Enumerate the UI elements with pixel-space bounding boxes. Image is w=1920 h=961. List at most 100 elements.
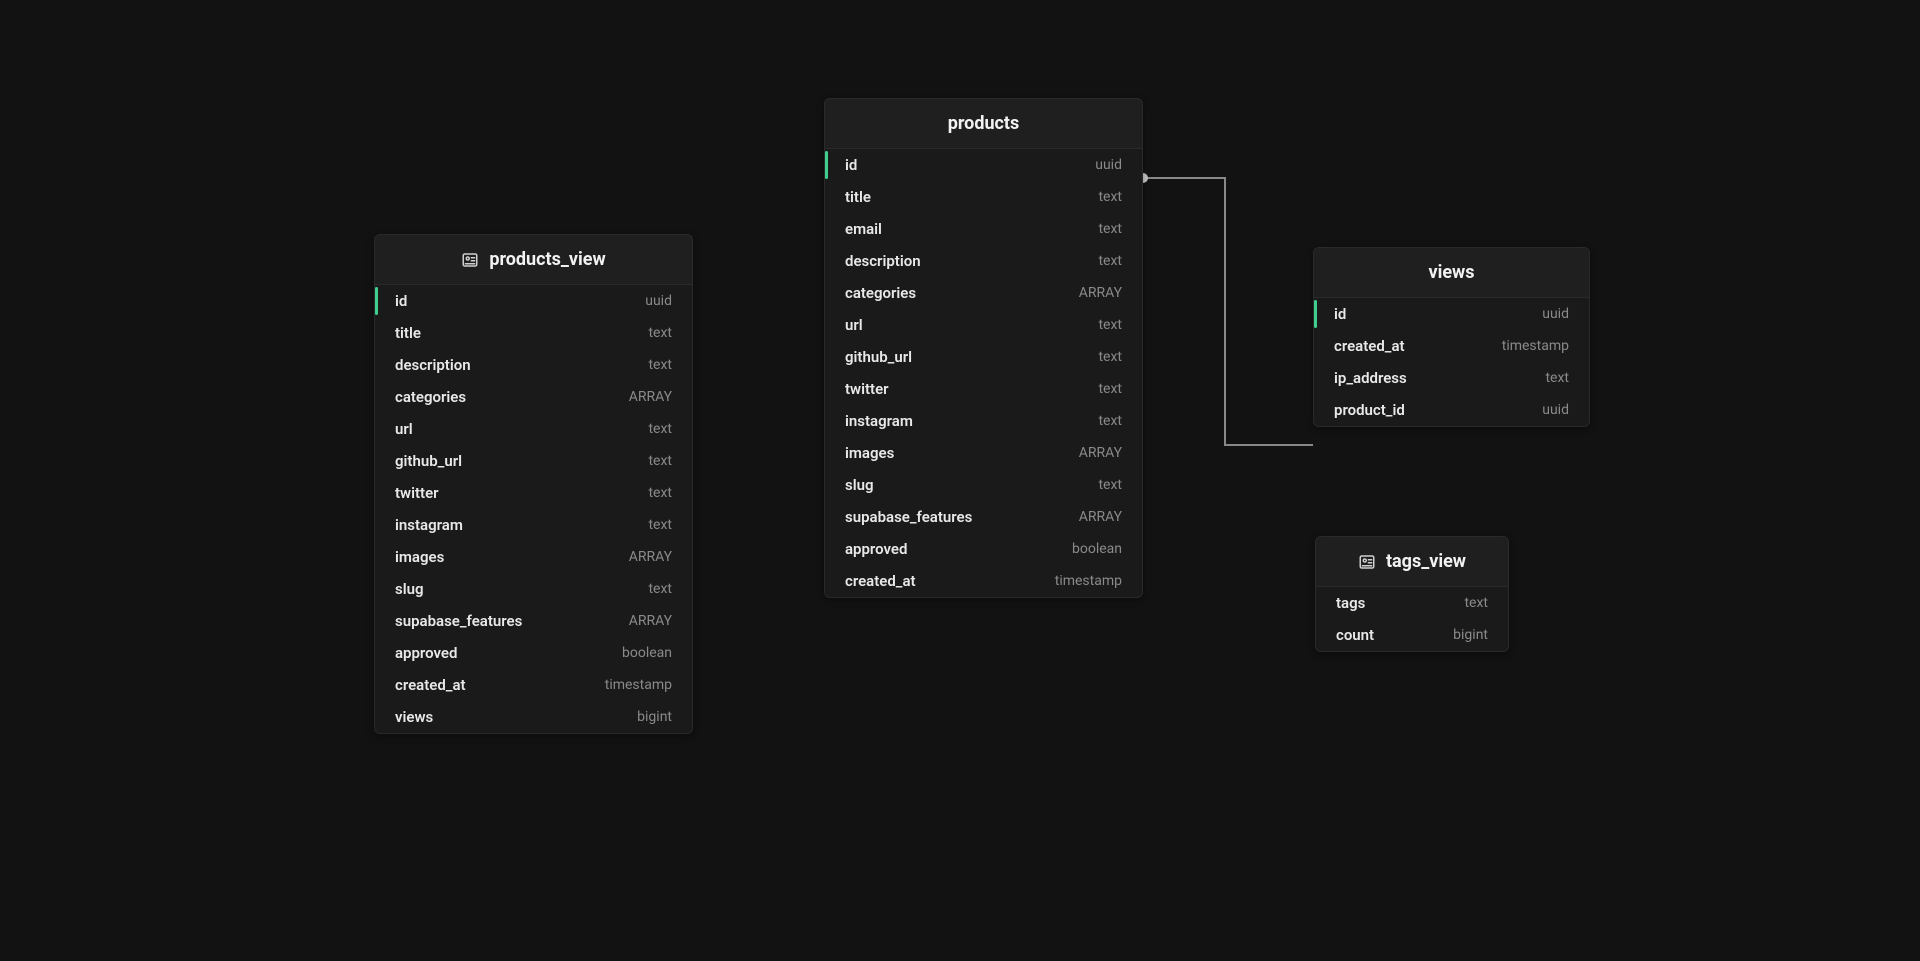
view-icon (1358, 553, 1376, 571)
schema-canvas[interactable]: products_view id uuid title text descripti… (0, 0, 1920, 961)
table-header-tags-view[interactable]: tags_view (1316, 537, 1508, 587)
table-card-views[interactable]: views id uuid created_attimestamp ip_addr… (1313, 247, 1590, 427)
column-row[interactable]: twitter text (375, 477, 692, 509)
table-title: products_view (489, 249, 605, 270)
column-name: github_url (845, 348, 912, 366)
column-row[interactable]: title text (375, 317, 692, 349)
column-type: text (1545, 370, 1569, 386)
column-name: slug (845, 476, 874, 494)
column-type: text (1098, 477, 1122, 493)
column-row[interactable]: ip_addresstext (1314, 362, 1589, 394)
column-type: uuid (645, 293, 672, 309)
column-type: text (648, 517, 672, 533)
column-row[interactable]: approvedboolean (375, 637, 692, 669)
column-row[interactable]: categoriesARRAY (825, 277, 1142, 309)
column-name: url (395, 420, 413, 438)
column-row[interactable]: countbigint (1316, 619, 1508, 651)
table-header-views[interactable]: views (1314, 248, 1589, 298)
column-row[interactable]: emailtext (825, 213, 1142, 245)
table-title: views (1428, 262, 1474, 283)
column-row[interactable]: supabase_featuresARRAY (825, 501, 1142, 533)
column-name: title (395, 324, 421, 342)
column-row[interactable]: created_at timestamp (825, 565, 1142, 597)
column-name: created_at (845, 572, 916, 590)
column-row[interactable]: instagram text (825, 405, 1142, 437)
table-body-tags-view: tagstext countbigint (1316, 587, 1508, 651)
column-type: ARRAY (1079, 509, 1122, 525)
column-row[interactable]: supabase_features ARRAY (375, 605, 692, 637)
table-header-products-view[interactable]: products_view (375, 235, 692, 285)
column-name: twitter (845, 380, 889, 398)
column-row[interactable]: github_url text (375, 445, 692, 477)
column-row[interactable]: created_attimestamp (1314, 330, 1589, 362)
column-row[interactable]: slug text (825, 469, 1142, 501)
column-row[interactable]: slugtext (375, 573, 692, 605)
column-type: uuid (1095, 157, 1122, 173)
column-row[interactable]: id uuid (375, 285, 692, 317)
column-type: text (648, 485, 672, 501)
column-name: id (395, 292, 407, 310)
table-card-products-view[interactable]: products_view id uuid title text descripti… (374, 234, 693, 734)
column-name: github_url (395, 452, 462, 470)
column-row[interactable]: description text (825, 245, 1142, 277)
column-type: text (1098, 413, 1122, 429)
column-type: text (648, 357, 672, 373)
column-name: supabase_features (395, 612, 522, 630)
column-row[interactable]: imagesARRAY (375, 541, 692, 573)
column-row[interactable]: instagramtext (375, 509, 692, 541)
column-name: count (1336, 626, 1374, 644)
column-row[interactable]: twitter text (825, 373, 1142, 405)
column-name: slug (395, 580, 424, 598)
column-type: timestamp (1055, 573, 1122, 589)
table-body-products-view: id uuid title text description text categor… (375, 285, 692, 733)
table-card-products[interactable]: products iduuid titletext emailtext desc… (824, 98, 1143, 598)
column-name: created_at (395, 676, 466, 694)
column-type: text (1098, 253, 1122, 269)
column-row[interactable]: description text (375, 349, 692, 381)
table-body-products: iduuid titletext emailtext descriptionte… (825, 149, 1142, 597)
column-row[interactable]: github_urltext (825, 341, 1142, 373)
column-name: title (845, 188, 871, 206)
column-name: views (395, 708, 433, 726)
relationship-line-products-views (1143, 178, 1313, 445)
column-type: ARRAY (629, 613, 672, 629)
table-header-products[interactable]: products (825, 99, 1142, 149)
column-name: instagram (845, 412, 913, 430)
column-type: timestamp (1502, 338, 1569, 354)
column-name: product_id (1334, 401, 1405, 419)
column-type: ARRAY (1079, 445, 1122, 461)
table-card-tags-view[interactable]: tags_view tagstext countbigint (1315, 536, 1509, 652)
column-row[interactable]: urltext (375, 413, 692, 445)
column-name: images (395, 548, 444, 566)
column-type: timestamp (605, 677, 672, 693)
column-type: text (648, 453, 672, 469)
column-name: description (845, 252, 921, 270)
column-name: twitter (395, 484, 439, 502)
column-row[interactable]: product_id uuid (1314, 394, 1589, 426)
column-type: text (648, 325, 672, 341)
column-type: uuid (1542, 306, 1569, 322)
column-row[interactable]: categories ARRAY (375, 381, 692, 413)
column-row[interactable]: iduuid (825, 149, 1142, 181)
column-name: description (395, 356, 471, 374)
table-body-views: id uuid created_attimestamp ip_addresstex… (1314, 298, 1589, 426)
column-row[interactable]: url text (825, 309, 1142, 341)
column-row[interactable]: approvedboolean (825, 533, 1142, 565)
column-type: ARRAY (629, 389, 672, 405)
column-row[interactable]: id uuid (1314, 298, 1589, 330)
column-name: categories (395, 388, 466, 406)
column-row[interactable]: views bigint (375, 701, 692, 733)
column-name: categories (845, 284, 916, 302)
column-type: uuid (1542, 402, 1569, 418)
column-type: text (1098, 317, 1122, 333)
column-row[interactable]: tagstext (1316, 587, 1508, 619)
column-type: bigint (637, 709, 672, 725)
column-name: id (1334, 305, 1346, 323)
column-type: text (1098, 221, 1122, 237)
column-type: text (1464, 595, 1488, 611)
column-row[interactable]: titletext (825, 181, 1142, 213)
column-name: url (845, 316, 863, 334)
column-row[interactable]: imagesARRAY (825, 437, 1142, 469)
column-row[interactable]: created_at timestamp (375, 669, 692, 701)
column-type: text (1098, 381, 1122, 397)
